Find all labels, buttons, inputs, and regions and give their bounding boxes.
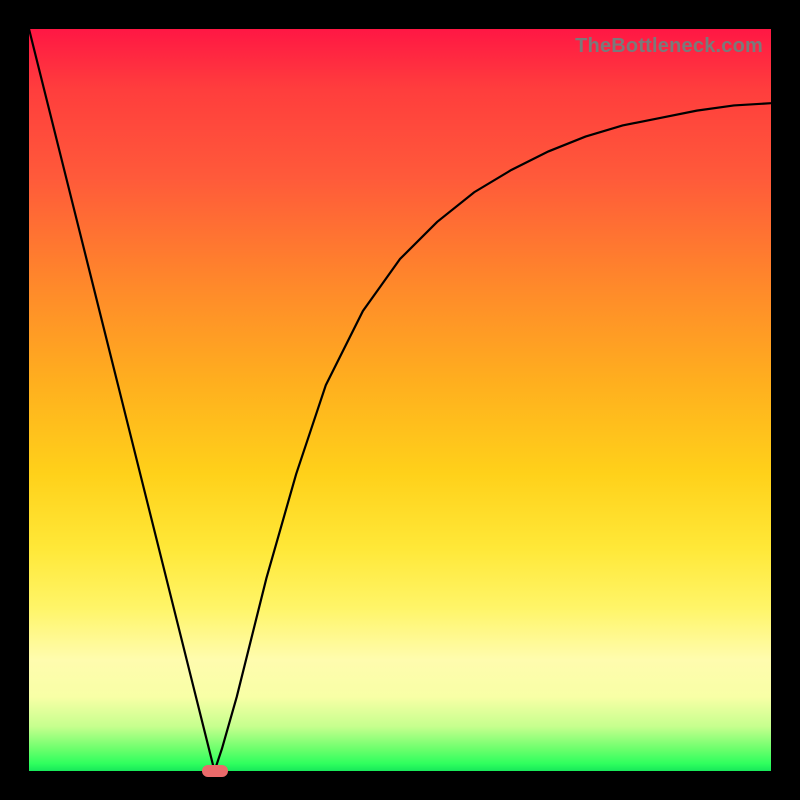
chart-frame: TheBottleneck.com	[0, 0, 800, 800]
bottleneck-curve	[29, 29, 771, 771]
curve-path	[29, 29, 771, 771]
minimum-marker	[202, 765, 228, 777]
chart-plot-area: TheBottleneck.com	[29, 29, 771, 771]
